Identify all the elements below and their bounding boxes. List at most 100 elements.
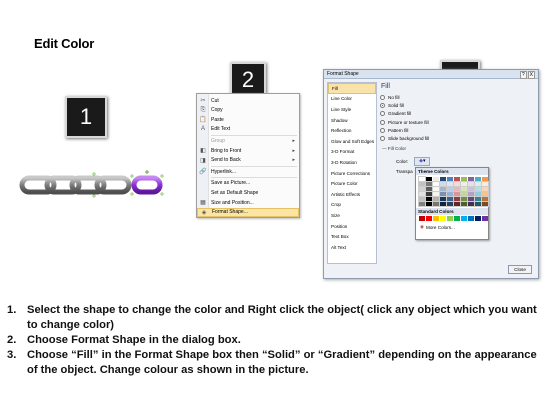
- theme-color-swatch[interactable]: [453, 196, 461, 202]
- theme-color-swatch[interactable]: [460, 196, 468, 202]
- theme-color-swatch[interactable]: [426, 177, 432, 181]
- close-button[interactable]: Close: [508, 265, 532, 274]
- menu-item-edit-text[interactable]: A Edit Text: [197, 125, 299, 134]
- theme-color-swatch[interactable]: [467, 201, 475, 207]
- theme-color-swatch[interactable]: [460, 181, 468, 187]
- menu-item-format-shape[interactable]: ◈ Format Shape...: [197, 207, 299, 217]
- theme-color-swatch[interactable]: [460, 186, 468, 192]
- theme-color-swatch[interactable]: [439, 186, 447, 192]
- standard-color-swatch[interactable]: [426, 216, 432, 221]
- category-reflection[interactable]: Reflection: [328, 125, 376, 136]
- theme-color-swatch[interactable]: [425, 201, 433, 207]
- theme-color-swatch[interactable]: [454, 177, 460, 181]
- category-picture-color[interactable]: Picture Color: [328, 178, 376, 189]
- category-shadow[interactable]: Shadow: [328, 115, 376, 126]
- theme-color-swatch[interactable]: [425, 186, 433, 192]
- theme-color-swatch[interactable]: [474, 201, 482, 207]
- theme-color-swatch[interactable]: [481, 186, 489, 192]
- standard-color-swatch[interactable]: [461, 216, 467, 221]
- theme-color-swatch[interactable]: [418, 181, 426, 187]
- category-glow-and-soft-edges[interactable]: Glow and Soft Edges: [328, 136, 376, 147]
- theme-color-swatch[interactable]: [446, 201, 454, 207]
- category-alt-text[interactable]: Alt Text: [328, 242, 376, 253]
- menu-item-cut[interactable]: ✂ Cut: [197, 96, 299, 105]
- theme-color-swatch[interactable]: [439, 196, 447, 202]
- theme-color-swatch[interactable]: [481, 191, 489, 197]
- theme-color-swatch[interactable]: [467, 186, 475, 192]
- menu-item-set-as-default-shape[interactable]: Set as Default Shape: [197, 188, 299, 197]
- theme-color-swatch[interactable]: [432, 181, 440, 187]
- chain-shape[interactable]: [18, 170, 168, 200]
- theme-color-swatch[interactable]: [467, 191, 475, 197]
- theme-color-swatch[interactable]: [453, 191, 461, 197]
- theme-color-swatch[interactable]: [425, 196, 433, 202]
- theme-color-swatch[interactable]: [433, 177, 439, 181]
- standard-color-swatch[interactable]: [433, 216, 439, 221]
- theme-color-swatch[interactable]: [425, 191, 433, 197]
- menu-item-copy[interactable]: ⎘ Copy: [197, 106, 299, 115]
- theme-color-swatch[interactable]: [475, 177, 481, 181]
- standard-color-swatch[interactable]: [475, 216, 481, 221]
- theme-color-swatch[interactable]: [474, 196, 482, 202]
- standard-color-swatch[interactable]: [482, 216, 488, 221]
- radio-no-fill[interactable]: No fill: [380, 93, 536, 101]
- theme-color-swatch[interactable]: [425, 181, 433, 187]
- standard-color-swatch[interactable]: [419, 216, 425, 221]
- radio-solid-fill[interactable]: Solid fill: [380, 101, 536, 109]
- menu-item-size-and-position[interactable]: ▦ Size and Position...: [197, 198, 299, 207]
- standard-color-swatch[interactable]: [468, 216, 474, 221]
- theme-color-swatch[interactable]: [439, 181, 447, 187]
- theme-color-swatch[interactable]: [460, 201, 468, 207]
- theme-color-swatch[interactable]: [474, 191, 482, 197]
- theme-color-swatch[interactable]: [467, 196, 475, 202]
- menu-item-bring-to-front[interactable]: ◧ Bring to Front ▸: [197, 146, 299, 155]
- theme-color-swatch[interactable]: [446, 181, 454, 187]
- category-size[interactable]: Size: [328, 210, 376, 221]
- menu-item-paste[interactable]: 📋 Paste: [197, 115, 299, 124]
- radio-pattern-fill[interactable]: Pattern fill: [380, 126, 536, 134]
- theme-color-swatch[interactable]: [447, 177, 453, 181]
- theme-color-swatch[interactable]: [432, 201, 440, 207]
- theme-color-swatch[interactable]: [481, 201, 489, 207]
- category-fill[interactable]: Fill: [328, 83, 376, 94]
- menu-item-group[interactable]: Group ▸: [197, 136, 299, 145]
- theme-color-swatch[interactable]: [453, 201, 461, 207]
- category-3-d-rotation[interactable]: 3-D Rotation: [328, 157, 376, 168]
- help-button[interactable]: ?: [519, 71, 527, 79]
- theme-color-swatch[interactable]: [461, 177, 467, 181]
- theme-color-swatch[interactable]: [440, 177, 446, 181]
- theme-color-swatch[interactable]: [474, 181, 482, 187]
- theme-color-swatch[interactable]: [439, 201, 447, 207]
- category-crop[interactable]: Crop: [328, 200, 376, 211]
- theme-color-swatch[interactable]: [453, 186, 461, 192]
- color-picker-button[interactable]: ◆ ▾: [414, 156, 431, 166]
- radio-picture-or-texture-fill[interactable]: Picture or texture fill: [380, 118, 536, 126]
- radio-gradient-fill[interactable]: Gradient fill: [380, 110, 536, 118]
- theme-color-swatch[interactable]: [418, 196, 426, 202]
- theme-color-swatch[interactable]: [446, 191, 454, 197]
- theme-color-swatch[interactable]: [432, 186, 440, 192]
- theme-color-swatch[interactable]: [432, 191, 440, 197]
- theme-color-swatch[interactable]: [468, 177, 474, 181]
- menu-item-hyperlink[interactable]: 🔗 Hyperlink...: [197, 167, 299, 176]
- theme-color-swatch[interactable]: [460, 191, 468, 197]
- theme-color-swatch[interactable]: [446, 196, 454, 202]
- theme-color-swatch[interactable]: [481, 196, 489, 202]
- category-text-box[interactable]: Text Box: [328, 231, 376, 242]
- theme-color-swatch[interactable]: [446, 186, 454, 192]
- theme-color-swatch[interactable]: [474, 186, 482, 192]
- more-colors-item[interactable]: ◉ More Colors...: [416, 224, 488, 230]
- category-position[interactable]: Position: [328, 221, 376, 232]
- theme-color-swatch[interactable]: [439, 191, 447, 197]
- theme-color-swatch[interactable]: [432, 196, 440, 202]
- category-line-color[interactable]: Line Color: [328, 94, 376, 105]
- standard-color-swatch[interactable]: [440, 216, 446, 221]
- standard-color-swatch[interactable]: [454, 216, 460, 221]
- menu-item-save-as-picture[interactable]: Save as Picture...: [197, 179, 299, 188]
- close-x-button[interactable]: X: [527, 71, 535, 79]
- theme-color-swatch[interactable]: [418, 186, 426, 192]
- standard-color-swatch[interactable]: [447, 216, 453, 221]
- theme-color-swatch[interactable]: [418, 176, 426, 182]
- theme-color-swatch[interactable]: [453, 181, 461, 187]
- category-picture-corrections[interactable]: Picture Corrections: [328, 168, 376, 179]
